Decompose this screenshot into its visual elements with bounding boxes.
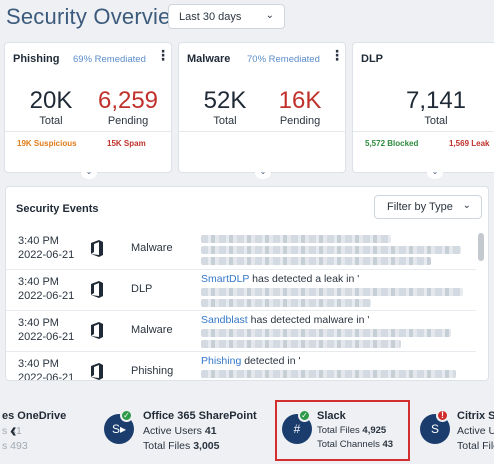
integration-stat: Total Files 3,005	[143, 440, 220, 452]
pending-label: Pending	[107, 115, 149, 127]
event-time: 3:40 PM 2022-06-21	[18, 317, 75, 343]
integration-stat: Total File	[457, 440, 494, 452]
table-row[interactable]: 3:40 PM 2022-06-21 Phishing Phishing dete…	[6, 352, 476, 381]
event-text: detected in '	[241, 355, 301, 367]
events-list: 3:40 PM 2022-06-21 Malware 3:40 PM 2022-06…	[6, 229, 476, 381]
event-type: Malware	[131, 242, 173, 254]
event-source-link[interactable]: SmartDLP	[201, 273, 249, 285]
malware-card: Malware 70% Remediated ⋮ 52K 16K Total P…	[178, 42, 346, 179]
panel-title: Security Events	[16, 203, 99, 215]
divider	[353, 131, 494, 132]
pending-value: 6,259	[97, 87, 159, 114]
chevron-down-icon: ⌄	[462, 200, 471, 211]
security-events-panel: Security Events Filter by Type ⌄ 3:40 PM…	[5, 186, 489, 381]
card-title: Phishing	[13, 53, 60, 65]
total-value: 7,141	[405, 87, 467, 114]
divider	[179, 131, 345, 132]
chevron-down-icon: ⌄	[265, 10, 274, 21]
event-detail[interactable]: Phishing detected in '	[201, 355, 471, 378]
table-row[interactable]: 3:40 PM 2022-06-21 DLP SmartDLP has detec…	[6, 270, 476, 311]
office-icon	[91, 322, 103, 339]
divider	[5, 131, 171, 132]
event-source-link[interactable]: Sandblast	[201, 314, 248, 326]
total-label: Total	[39, 115, 63, 127]
integration-stat: Active Users 41	[143, 425, 217, 437]
event-detail[interactable]: SmartDLP has detected a leak in '	[201, 273, 471, 307]
table-row[interactable]: 3:40 PM 2022-06-21 Malware Sandblast has …	[6, 311, 476, 352]
leak-count[interactable]: 1,569 Leak	[449, 139, 489, 148]
card-title: DLP	[361, 53, 383, 65]
office-icon	[91, 281, 103, 298]
chevron-down-icon[interactable]: ⌄	[427, 165, 443, 179]
event-source-link[interactable]: Phishing	[201, 355, 241, 367]
card-title: Malware	[187, 53, 231, 65]
event-time: 3:40 PM 2022-06-21	[18, 358, 75, 381]
event-type: Phishing	[131, 365, 174, 377]
office-icon	[91, 240, 103, 257]
phishing-card: Phishing 69% Remediated ⋮ 20K 6,259 Tota…	[4, 42, 172, 179]
total-value: 52K	[203, 87, 247, 114]
suspicious-count[interactable]: 19K Suspicious	[17, 139, 77, 148]
carousel-prev-icon[interactable]: ‹	[10, 420, 17, 443]
connected-check-icon: ✓	[120, 409, 133, 422]
chevron-down-icon[interactable]: ⌄	[255, 165, 271, 179]
page-title: Security Overview	[6, 4, 187, 29]
blocked-count[interactable]: 5,572 Blocked	[365, 139, 418, 148]
table-row[interactable]: 3:40 PM 2022-06-21 Malware	[6, 229, 476, 270]
dlp-card: DLP 7,141 Total 5,572 Blocked 1,569 Leak…	[352, 42, 494, 179]
filter-type-select[interactable]: Filter by Type ⌄	[374, 195, 482, 219]
total-value: 20K	[29, 87, 73, 114]
pending-value: 16K	[278, 87, 322, 114]
total-label: Total	[424, 115, 448, 127]
date-range-select[interactable]: Last 30 days ⌄	[168, 4, 285, 29]
chevron-down-icon[interactable]: ⌄	[81, 165, 97, 179]
event-detail[interactable]: Sandblast has detected malware in '	[201, 314, 471, 348]
pending-label: Pending	[279, 115, 321, 127]
integration-name: Office 365 SharePoint	[143, 410, 257, 422]
event-type: DLP	[131, 283, 153, 295]
event-type: Malware	[131, 324, 173, 336]
filter-label: Filter by Type	[387, 201, 453, 213]
integration-citrix[interactable]: Citrix Sh Active Us Total File	[457, 410, 494, 452]
integration-sharepoint[interactable]: Office 365 SharePoint Active Users 41 To…	[143, 410, 257, 452]
total-label: Total	[213, 115, 237, 127]
more-options-icon[interactable]: ⋮	[156, 48, 170, 62]
event-text: has detected malware in '	[247, 314, 370, 326]
slack-highlight-box	[275, 400, 410, 461]
office-icon	[91, 363, 103, 380]
integration-stat: Active Us	[457, 425, 494, 437]
event-detail[interactable]	[201, 232, 471, 265]
more-options-icon[interactable]: ⋮	[330, 48, 344, 62]
remediated-label: 70% Remediated	[247, 54, 320, 65]
event-time: 3:40 PM 2022-06-21	[18, 276, 75, 302]
date-range-value: Last 30 days	[179, 11, 242, 23]
warning-icon: !	[436, 409, 449, 422]
integrations-carousel: es OneDrive s 41 s 493 S▸ ✓ Office 365 S…	[0, 394, 494, 464]
event-text: has detected a leak in '	[249, 273, 360, 285]
remediated-label: 69% Remediated	[73, 54, 146, 65]
event-time: 3:40 PM 2022-06-21	[18, 235, 75, 261]
spam-count[interactable]: 15K Spam	[107, 139, 146, 148]
scrollbar-thumb[interactable]	[478, 233, 484, 261]
integration-name: Citrix Sh	[457, 410, 494, 422]
